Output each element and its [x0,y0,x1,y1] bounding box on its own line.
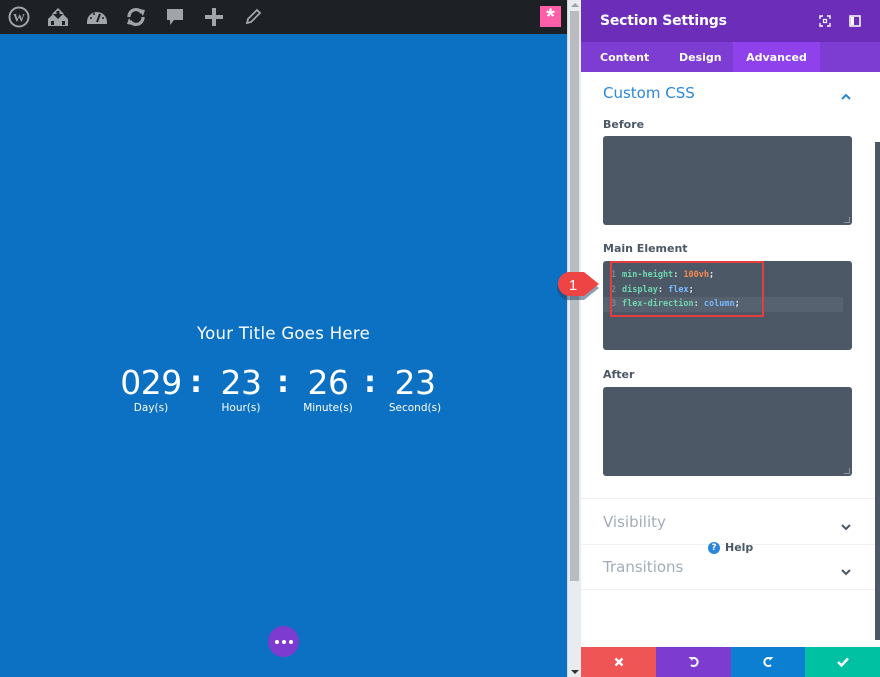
divider [581,498,875,499]
callout-badge: 1 [555,270,601,301]
countdown-timer: 029 Day(s) : 23 Hour(s) : 26 Minute(s) :… [118,364,448,424]
wordpress-icon[interactable]: W [0,0,38,34]
admin-bar: W [0,0,567,34]
save-button[interactable] [805,647,880,677]
comments-icon[interactable] [155,0,194,34]
redo-icon [763,657,774,667]
checkmark-icon [836,657,849,667]
countdown-label: Minute(s) [303,402,353,414]
undo-icon [688,657,699,667]
dashboard-icon[interactable] [77,0,116,34]
countdown-label: Hour(s) [221,402,261,414]
dot-icon [281,639,286,644]
countdown-hours: 23 Hour(s) [206,363,276,415]
page-settings-button[interactable] [268,626,299,657]
edit-icon[interactable] [233,0,272,34]
section-settings-panel: Section Settings Content Design Advanced… [581,0,880,677]
resize-handle-icon[interactable] [844,217,850,223]
tab-design[interactable]: Design [661,42,733,72]
countdown-separator: : [190,365,202,400]
countdown-days: 029 Day(s) [116,363,186,415]
scroll-down-arrow-icon[interactable] [571,670,579,674]
tab-content[interactable]: Content [581,42,661,72]
visibility-toggle[interactable]: Visibility [603,513,666,531]
countdown-separator: : [277,365,289,400]
countdown-separator: : [364,365,376,400]
before-css-input[interactable] [603,136,852,225]
custom-css-toggle[interactable]: Custom CSS [603,84,695,102]
panel-body: Custom CSS Before Main Element 1 min-heig… [581,72,880,647]
cancel-button[interactable] [581,647,656,677]
redo-button[interactable] [731,647,805,677]
countdown-label: Day(s) [133,402,169,414]
dot-icon [288,639,293,644]
scroll-up-arrow-icon[interactable] [571,3,579,7]
sidebar-toggle-icon[interactable] [849,14,863,28]
before-label: Before [603,118,645,131]
help-link[interactable]: ? Help [708,541,753,554]
chevron-down-icon[interactable] [841,563,851,576]
tab-advanced[interactable]: Advanced [733,42,820,72]
divider [581,589,875,590]
svg-text:W: W [13,11,25,25]
expand-icon[interactable] [819,14,833,28]
main-element-label: Main Element [603,242,688,255]
panel-footer [581,647,880,677]
countdown-value: 029 [120,363,182,402]
chevron-up-icon[interactable] [841,88,851,100]
panel-title: Section Settings [600,13,727,29]
countdown-value: 23 [220,363,263,402]
builder-toggle-button[interactable]: * [540,5,561,27]
countdown-minutes: 26 Minute(s) [293,363,363,415]
close-icon [614,657,623,667]
countdown-value: 23 [394,363,437,402]
countdown-label: Second(s) [388,402,442,414]
panel-scrollbar[interactable] [875,142,880,640]
updates-icon[interactable] [116,0,155,34]
chevron-down-icon[interactable] [841,518,851,531]
dot-icon [274,639,279,644]
new-content-icon[interactable] [194,0,233,34]
canvas-scrollbar[interactable] [567,0,581,677]
panel-header: Section Settings [581,0,880,42]
my-sites-icon[interactable] [38,0,77,34]
countdown-value: 26 [307,363,350,402]
after-label: After [603,368,635,381]
callout-number: 1 [569,277,577,294]
countdown-title: Your Title Goes Here [196,324,371,343]
help-icon: ? [708,541,720,554]
resize-handle-icon[interactable] [844,468,850,474]
panel-tabs: Content Design Advanced [581,42,880,72]
help-label: Help [725,541,754,554]
highlight-box [610,261,764,317]
countdown-seconds: 23 Second(s) [380,363,450,415]
page-canvas: Your Title Goes Here 029 Day(s) : 23 Hou… [0,34,567,677]
transitions-toggle[interactable]: Transitions [603,558,683,576]
undo-button[interactable] [656,647,731,677]
after-css-input[interactable] [603,387,852,476]
